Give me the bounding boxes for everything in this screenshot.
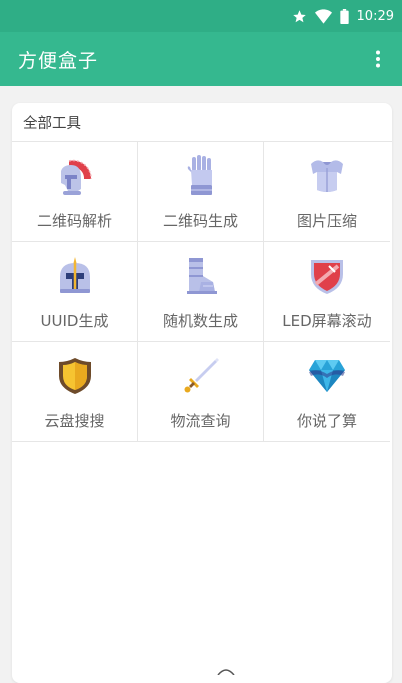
tool-random-number[interactable]: 随机数生成 bbox=[138, 242, 264, 342]
tool-you-decide[interactable]: 你说了算 bbox=[264, 342, 390, 442]
tool-image-compress[interactable]: 图片压缩 bbox=[264, 142, 390, 242]
tool-label: 物流查询 bbox=[170, 412, 231, 430]
gold-shield-icon bbox=[55, 354, 95, 398]
tool-uuid-generate[interactable]: UUID生成 bbox=[12, 242, 138, 342]
tool-logistics[interactable]: 物流查询 bbox=[138, 342, 264, 442]
knight-helmet-icon bbox=[55, 254, 95, 298]
tool-label: 云盘搜搜 bbox=[44, 412, 105, 430]
tool-label: LED屏幕滚动 bbox=[282, 312, 372, 330]
tool-led-scroll[interactable]: LED屏幕滚动 bbox=[264, 242, 390, 342]
scroll-hint bbox=[216, 660, 236, 676]
status-bar: 10:29 bbox=[0, 0, 402, 32]
tool-label: 二维码解析 bbox=[36, 212, 112, 230]
star-icon bbox=[292, 9, 307, 24]
armor-boot-icon bbox=[181, 254, 221, 298]
tool-label: 随机数生成 bbox=[162, 312, 238, 330]
armor-chest-icon bbox=[307, 154, 347, 198]
spartan-helmet-icon bbox=[55, 154, 95, 198]
red-shield-icon bbox=[307, 254, 347, 298]
tool-label: 二维码生成 bbox=[162, 212, 238, 230]
tool-qr-decode[interactable]: 二维码解析 bbox=[12, 142, 138, 242]
wifi-icon bbox=[314, 8, 332, 24]
battery-icon bbox=[339, 8, 349, 24]
gauntlet-icon bbox=[181, 154, 221, 198]
app-title: 方便盒子 bbox=[18, 49, 99, 72]
status-time: 10:29 bbox=[356, 8, 394, 24]
tool-label: UUID生成 bbox=[40, 312, 109, 330]
tools-card: 全部工具 二维码解析 二维码生成 图片压缩 UUID生成 随机数生成 LED屏幕… bbox=[12, 103, 392, 683]
tool-label: 你说了算 bbox=[296, 412, 357, 430]
more-vert-icon[interactable] bbox=[368, 47, 388, 71]
crystal-icon bbox=[307, 354, 347, 398]
tool-cloud-search[interactable]: 云盘搜搜 bbox=[12, 342, 138, 442]
tool-qr-generate[interactable]: 二维码生成 bbox=[138, 142, 264, 242]
tools-grid: 二维码解析 二维码生成 图片压缩 UUID生成 随机数生成 LED屏幕滚动 云盘… bbox=[12, 141, 392, 442]
section-title: 全部工具 bbox=[23, 115, 81, 132]
tool-label: 图片压缩 bbox=[296, 212, 357, 230]
app-bar: 方便盒子 bbox=[0, 32, 402, 86]
sword-icon bbox=[181, 354, 221, 398]
